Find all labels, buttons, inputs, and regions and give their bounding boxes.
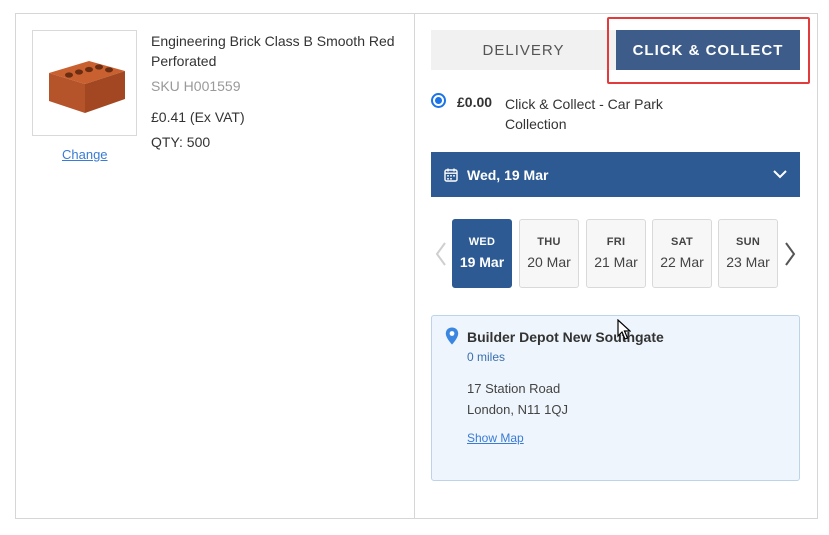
day-date: 22 Mar [660, 254, 704, 270]
day-date: 20 Mar [527, 254, 571, 270]
store-distance: 0 miles [467, 350, 506, 364]
collection-option-radio[interactable] [431, 93, 446, 108]
store-address-line1: 17 Station Road [467, 381, 561, 396]
day-option-sat[interactable]: SAT 22 Mar [652, 219, 712, 288]
column-divider [414, 13, 415, 519]
day-date: 23 Mar [726, 254, 770, 270]
store-name: Builder Depot New Southgate [467, 329, 664, 345]
day-option-fri[interactable]: FRI 21 Mar [586, 219, 646, 288]
chevron-down-icon [773, 170, 787, 179]
day-of-week: FRI [606, 236, 626, 248]
calendar-icon [444, 168, 458, 182]
store-address-line2: London, N11 1QJ [467, 402, 568, 417]
product-quantity: QTY: 500 [151, 134, 211, 150]
product-price: £0.41 (Ex VAT) [151, 109, 245, 125]
option-label: Click & Collect - Car Park Collection [505, 96, 663, 132]
chevron-left-icon[interactable] [434, 240, 448, 268]
product-sku: SKU H001559 [151, 78, 241, 94]
day-date: 19 Mar [459, 254, 505, 270]
day-of-week: THU [537, 236, 561, 248]
day-of-week: SUN [735, 236, 761, 248]
day-of-week: WED [468, 236, 496, 248]
day-option-sun[interactable]: SUN 23 Mar [718, 219, 778, 288]
tab-delivery[interactable]: DELIVERY [431, 30, 616, 70]
product-image [32, 30, 137, 136]
chevron-right-icon[interactable] [783, 240, 797, 268]
show-map-link[interactable]: Show Map [467, 431, 524, 445]
day-option-wed[interactable]: WED 19 Mar [452, 219, 512, 288]
change-product-link[interactable]: Change [62, 147, 108, 162]
day-option-thu[interactable]: THU 20 Mar [519, 219, 579, 288]
day-date: 21 Mar [594, 254, 638, 270]
product-title: Engineering Brick Class B Smooth Red Per… [151, 33, 395, 69]
mouse-cursor-icon [617, 319, 631, 340]
date-dropdown-value: Wed, 19 Mar [467, 166, 549, 183]
date-dropdown[interactable]: Wed, 19 Mar [431, 152, 800, 197]
day-of-week: SAT [670, 236, 694, 248]
map-pin-icon [445, 327, 459, 345]
highlight-box [607, 17, 810, 84]
brick-icon [49, 61, 125, 113]
option-price: £0.00 [457, 94, 493, 110]
